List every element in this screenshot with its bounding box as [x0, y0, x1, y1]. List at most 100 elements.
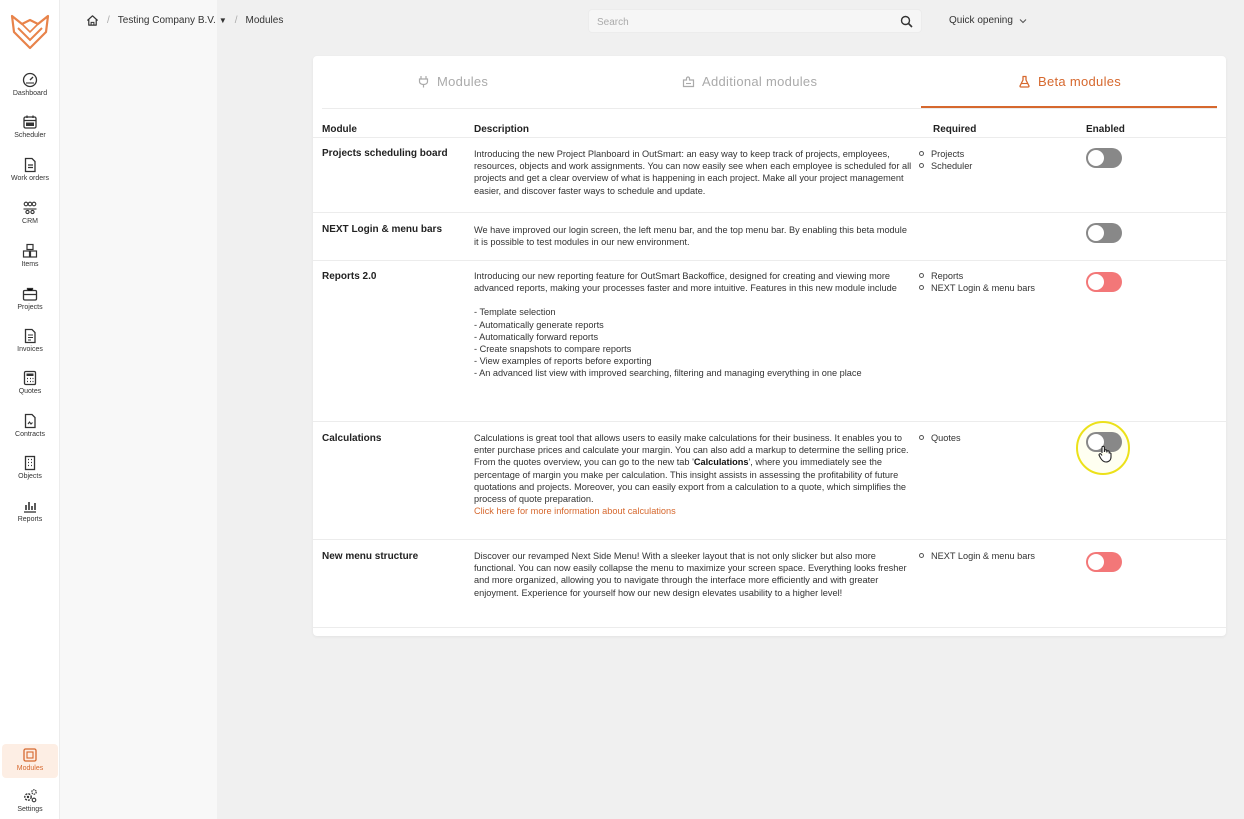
required-list: Quotes: [919, 432, 961, 444]
briefcase-icon: [22, 287, 38, 301]
feature-item: - Create snapshots to compare reports: [474, 344, 632, 355]
sidebar-item-label: CRM: [22, 218, 38, 225]
sidebar: Dashboard Scheduler Work orders CRM Item…: [0, 0, 60, 819]
sidebar-item-label: Settings: [17, 806, 43, 813]
sidebar-item-dashboard[interactable]: Dashboard: [2, 72, 58, 112]
home-icon[interactable]: [86, 14, 99, 27]
people-icon: [23, 201, 37, 215]
required-list: NEXT Login & menu bars: [919, 550, 1035, 562]
required-list: Reports NEXT Login & menu bars: [919, 270, 1035, 294]
required-item: Quotes: [919, 432, 961, 444]
feature-item: - View examples of reports before export…: [474, 356, 652, 367]
sidebar-item-objects[interactable]: Objects: [2, 455, 58, 495]
enable-toggle-projects-scheduling-board[interactable]: [1086, 148, 1122, 168]
sidebar-item-label: Projects: [17, 304, 43, 311]
tab-label: Beta modules: [1038, 74, 1122, 89]
gears-icon: [24, 789, 37, 803]
bullet-icon: [919, 435, 924, 441]
enable-toggle-new-menu-structure[interactable]: [1086, 552, 1122, 572]
tab-additional-modules[interactable]: Additional modules: [682, 74, 817, 89]
sidebar-item-items[interactable]: Items: [2, 243, 58, 283]
enable-toggle-reports-2-0[interactable]: [1086, 272, 1122, 292]
row-divider: [313, 421, 1226, 422]
search-input[interactable]: [597, 14, 887, 30]
sidebar-item-label: Objects: [18, 473, 42, 480]
required-item: Projects: [919, 148, 972, 160]
sidebar-item-label: Items: [21, 261, 39, 268]
required-item: Reports: [919, 270, 1035, 282]
module-name: NEXT Login & menu bars: [322, 224, 443, 235]
module-description: We have improved our login screen, the l…: [474, 225, 907, 248]
row-divider: [313, 137, 1226, 138]
bullet-icon: [919, 163, 924, 169]
bullet-icon: [919, 151, 924, 157]
sidebar-item-quotes[interactable]: Quotes: [2, 370, 58, 410]
breadcrumb-company[interactable]: Testing Company B.V.: [118, 15, 216, 26]
tab-beta-modules[interactable]: Beta modules: [1018, 74, 1121, 89]
modules-icon: [23, 748, 37, 762]
sidebar-item-crm[interactable]: CRM: [2, 200, 58, 240]
sidebar-item-scheduler[interactable]: Scheduler: [2, 114, 58, 154]
modules-card: Modules Additional modules Beta modules …: [313, 56, 1226, 636]
row-divider: [313, 212, 1226, 213]
module-name: Projects scheduling board: [322, 148, 448, 159]
bullet-icon: [919, 553, 924, 559]
module-name: New menu structure: [322, 551, 419, 562]
tab-label: Modules: [437, 74, 489, 89]
sidebar-item-label: Quotes: [18, 388, 42, 395]
toggle-knob: [1088, 150, 1104, 166]
toggle-knob: [1088, 225, 1104, 241]
building-icon: [24, 455, 36, 471]
breadcrumb-separator: /: [107, 15, 110, 26]
required-label: Reports: [931, 271, 964, 281]
module-description: Introducing our new reporting feature fo…: [474, 270, 914, 380]
module-name: Reports 2.0: [322, 271, 377, 282]
search-icon[interactable]: [900, 15, 913, 28]
calculator-icon: [23, 370, 37, 386]
required-list: Projects Scheduler: [919, 148, 972, 172]
quick-opening-dropdown[interactable]: Quick opening: [949, 15, 1027, 26]
required-label: NEXT Login & menu bars: [931, 551, 1036, 561]
dashboard-icon: [22, 72, 38, 88]
contract-icon: [24, 413, 36, 429]
required-label: NEXT Login & menu bars: [931, 283, 1036, 294]
breadcrumb-page: Modules: [245, 15, 284, 26]
sidebar-item-label: Invoices: [17, 346, 43, 353]
feature-item: - Automatically forward reports: [474, 331, 599, 342]
breadcrumb-separator: /: [234, 15, 238, 26]
required-item: NEXT Login & menu bars: [919, 282, 1035, 294]
sidebar-item-label: Modules: [16, 765, 44, 772]
required-label: Projects: [931, 149, 965, 159]
secondary-pane: [60, 0, 217, 819]
sidebar-item-contracts[interactable]: Contracts: [2, 413, 58, 453]
module-description: Calculations is great tool that allows u…: [474, 432, 914, 517]
fox-logo-icon[interactable]: [8, 10, 52, 54]
sidebar-item-reports[interactable]: Reports: [2, 498, 58, 538]
document-icon: [24, 157, 36, 173]
feature-item: - An advanced list view with improved se…: [474, 368, 862, 379]
flask-icon: [1019, 75, 1030, 88]
sidebar-item-label: Dashboard: [12, 90, 48, 97]
required-item: NEXT Login & menu bars: [919, 550, 1035, 562]
toggle-knob: [1088, 274, 1104, 290]
column-header-enabled: Enabled: [1086, 124, 1125, 135]
sidebar-item-work-orders[interactable]: Work orders: [2, 157, 58, 197]
caret-down-icon[interactable]: ▼: [219, 16, 227, 25]
boxes-icon: [22, 243, 38, 258]
toggle-knob: [1088, 554, 1104, 570]
row-divider: [313, 260, 1226, 261]
tab-modules[interactable]: Modules: [417, 74, 488, 89]
sidebar-item-projects[interactable]: Projects: [2, 286, 58, 326]
feature-item: - Automatically generate reports: [474, 319, 604, 330]
sidebar-item-invoices[interactable]: Invoices: [2, 328, 58, 368]
description-bold: Calculations: [693, 457, 749, 468]
sidebar-item-settings[interactable]: Settings: [2, 788, 58, 818]
quick-opening-label: Quick opening: [949, 15, 1013, 26]
module-description: Discover our revamped Next Side Menu! Wi…: [474, 551, 907, 598]
sidebar-item-modules[interactable]: Modules: [2, 744, 58, 778]
invoice-icon: [24, 328, 36, 344]
calculations-info-link[interactable]: Click here for more information about ca…: [474, 505, 914, 517]
bullet-icon: [919, 273, 924, 279]
enable-toggle-next-login-menu-bars[interactable]: [1086, 223, 1122, 243]
bar-chart-icon: [24, 502, 36, 513]
